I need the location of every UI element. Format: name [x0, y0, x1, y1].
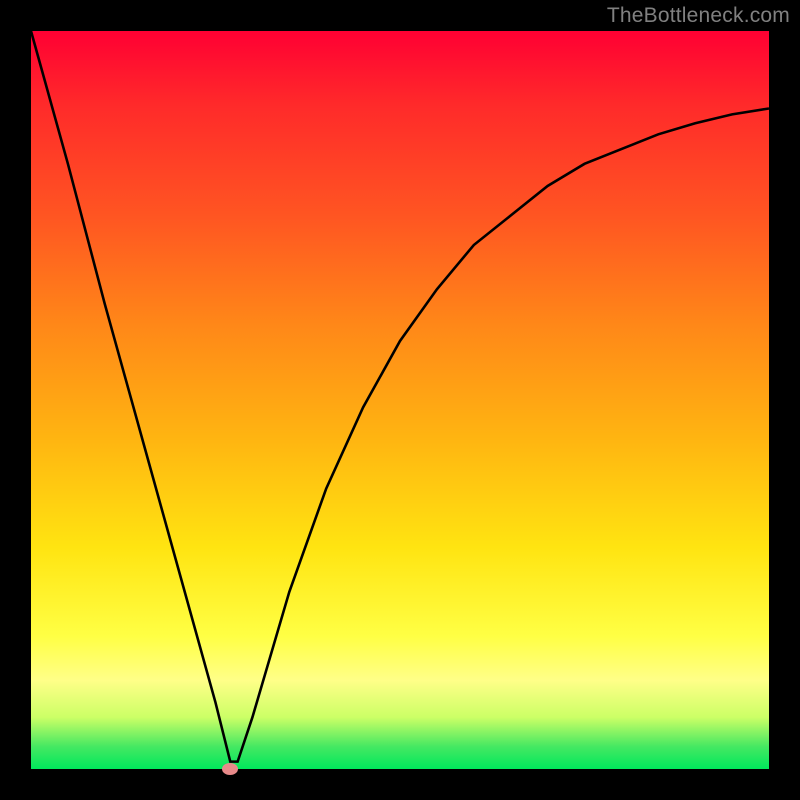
optimal-point-marker [222, 763, 238, 775]
watermark-text: TheBottleneck.com [607, 4, 790, 28]
chart-frame: TheBottleneck.com [0, 0, 800, 800]
plot-area [31, 31, 769, 769]
chart-svg [31, 31, 769, 769]
bottleneck-curve [31, 31, 769, 762]
